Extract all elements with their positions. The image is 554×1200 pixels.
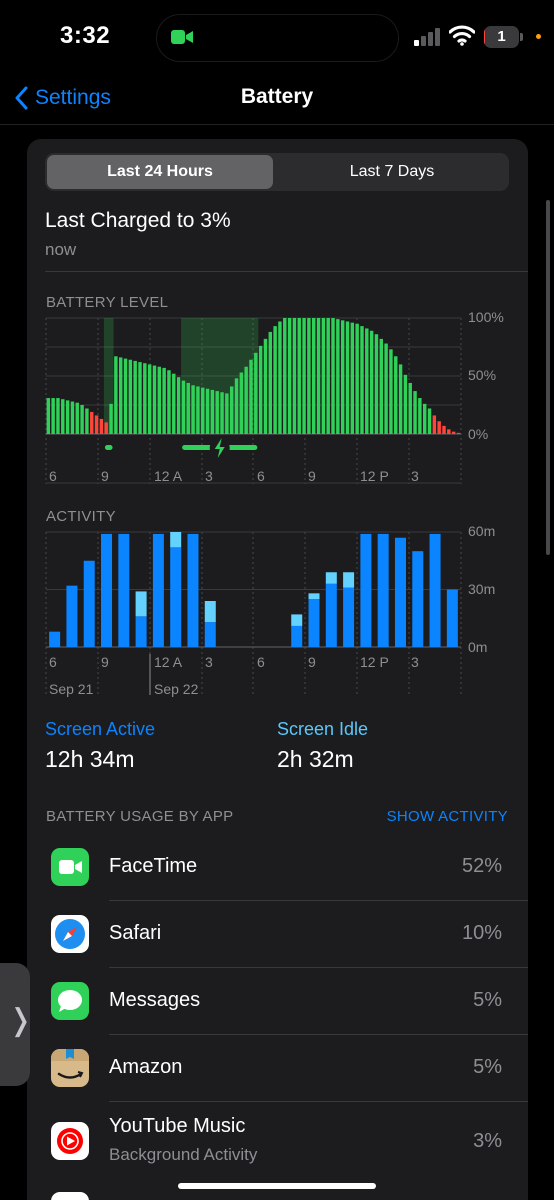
app-row-youtube-music[interactable]: YouTube Music Background Activity 3% [27, 1102, 528, 1180]
activity-bar-active [49, 631, 61, 647]
activity-bar-idle [204, 601, 216, 623]
activity-bar-idle [135, 591, 147, 617]
battery-card: Last 24 Hours Last 7 Days Last Charged t… [27, 139, 528, 1200]
activity-x-tick: 6 [49, 654, 57, 670]
dynamic-island[interactable] [156, 14, 399, 62]
activity-bar-active [394, 537, 406, 647]
facetime-camera-icon [171, 30, 193, 44]
activity-bar-active [429, 533, 441, 647]
battery-indicator: 1 [484, 26, 524, 48]
app-percentage: 5% [473, 1056, 502, 1078]
activity-y-tick: 60m [468, 523, 496, 539]
page-title: Battery [240, 85, 314, 108]
activity-x-tick: 6 [257, 654, 265, 670]
home-indicator[interactable] [178, 1183, 376, 1189]
activity-x-tick: 3 [205, 654, 213, 670]
activity-bar-idle [325, 572, 337, 584]
app-percentage: 5% [473, 989, 502, 1011]
navigation-bar: Settings Battery [0, 75, 554, 125]
activity-bar-active [343, 587, 355, 647]
activity-bar-active [308, 599, 320, 647]
activity-bar-active [152, 533, 164, 647]
activity-x-tick: 12 P [360, 654, 389, 670]
cellular-signal-icon [414, 28, 440, 46]
chevron-right-icon: ❭ [8, 1004, 34, 1037]
activity-bar-active [325, 583, 337, 647]
activity-x-tick: 12 A [154, 654, 183, 670]
app-percentage: 52% [461, 855, 502, 877]
activity-x-tick: 3 [411, 654, 419, 670]
screen-active-label: Screen Active [45, 719, 156, 739]
activity-bar-active [204, 622, 216, 647]
activity-bar-active [187, 533, 199, 647]
activity-chart [45, 531, 462, 695]
battery-icon: 1 [484, 26, 519, 48]
battery-percentage: 1 [497, 28, 506, 45]
activity-x-tick: 9 [308, 654, 316, 670]
activity-bar-active [412, 551, 424, 647]
activity-bar-active [377, 533, 389, 647]
app-percentage: 3% [473, 1130, 502, 1152]
screen-idle-label: Screen Idle [277, 719, 369, 739]
battery-usage-header: BATTERY USAGE BY APP [46, 808, 234, 825]
wifi-icon [449, 25, 475, 46]
facetime-icon [51, 848, 89, 886]
activity-y-tick: 0m [468, 639, 488, 655]
activity-bar-idle [170, 532, 182, 548]
safari-icon [51, 915, 89, 953]
app-icon-partial [51, 1192, 89, 1200]
youtube-music-icon [51, 1122, 89, 1160]
status-time: 3:32 [60, 22, 111, 49]
privacy-indicator-dot [536, 34, 541, 39]
screen-active-value: 12h 34m [45, 746, 135, 772]
side-panel-handle[interactable]: ❭ [0, 963, 34, 1086]
app-name: Safari [109, 922, 162, 944]
activity-bar-active [135, 616, 147, 647]
activity-bar-active [118, 533, 130, 647]
app-row-amazon[interactable]: Amazon 5% [27, 1035, 528, 1102]
activity-bar-active [101, 533, 113, 647]
app-row-facetime[interactable]: FaceTime 52% [27, 834, 528, 901]
activity-bar-idle [291, 614, 303, 626]
app-name: FaceTime [109, 855, 198, 877]
app-name: YouTube Music [109, 1115, 246, 1137]
activity-date-label: Sep 22 [154, 681, 199, 697]
app-subtitle: Background Activity [109, 1145, 258, 1164]
show-activity-button[interactable]: SHOW ACTIVITY [387, 808, 508, 825]
scroll-indicator [546, 200, 550, 555]
amazon-icon [51, 1049, 89, 1087]
activity-bar-active [446, 589, 458, 647]
screen-idle-value: 2h 32m [277, 746, 354, 772]
activity-x-tick: 9 [101, 654, 109, 670]
app-name: Messages [109, 989, 201, 1011]
activity-bar-active [83, 560, 95, 647]
activity-bar-active [360, 533, 372, 647]
status-bar: 3:32 1 [0, 0, 554, 75]
app-name: Amazon [109, 1056, 183, 1078]
app-percentage: 10% [461, 922, 502, 944]
activity-bar-idle [343, 572, 355, 588]
messages-icon [51, 982, 89, 1020]
activity-date-label: Sep 21 [49, 681, 94, 697]
activity-bar-idle [308, 593, 320, 600]
activity-bar-active [291, 625, 303, 647]
app-row-safari[interactable]: Safari 10% [27, 901, 528, 968]
activity-y-tick: 30m [468, 581, 496, 597]
activity-bar-active [170, 547, 182, 647]
activity-bar-active [66, 585, 78, 647]
app-row-messages[interactable]: Messages 5% [27, 968, 528, 1035]
